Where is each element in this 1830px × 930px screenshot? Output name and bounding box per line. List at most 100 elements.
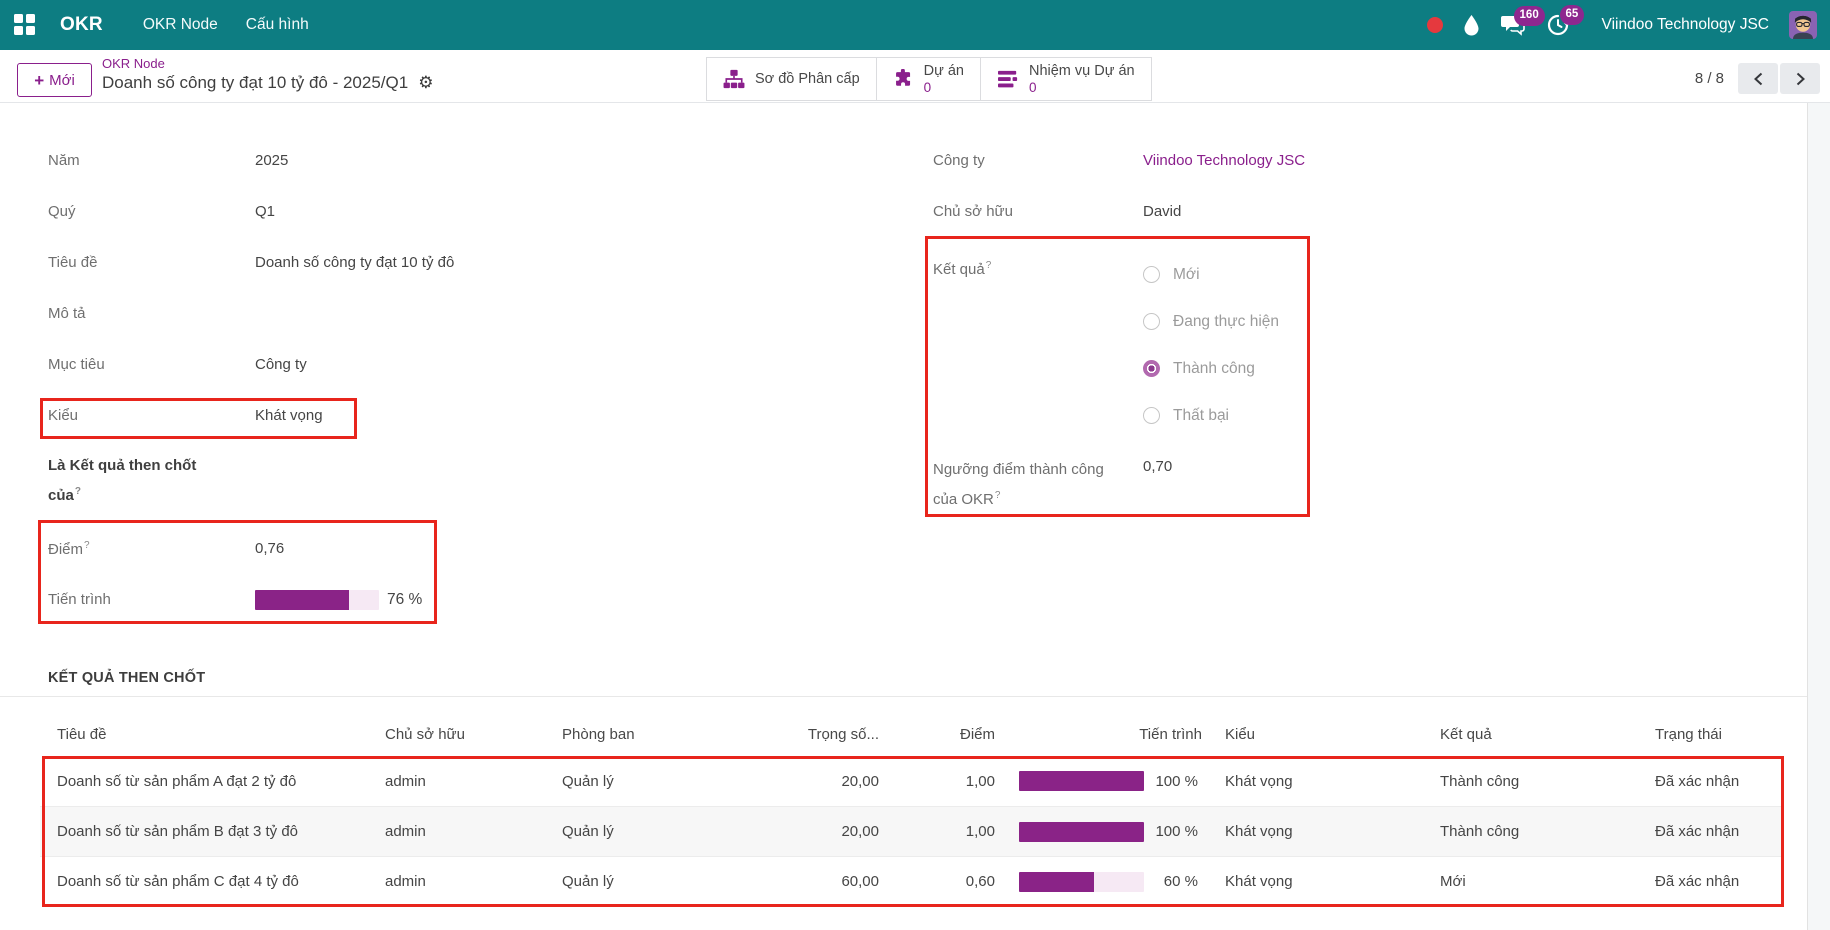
cell-result: Thành công — [1430, 823, 1645, 840]
cell-owner: admin — [378, 873, 555, 890]
radio-label: Mới — [1173, 266, 1200, 284]
puzzle-icon — [893, 69, 914, 90]
radio-option-moi[interactable]: Mới — [1143, 251, 1279, 298]
owner-value[interactable]: David — [1143, 203, 1181, 220]
field-value[interactable]: 2025 — [255, 152, 288, 169]
field-value[interactable]: Q1 — [255, 203, 275, 220]
cell-department: Quản lý — [555, 773, 755, 790]
key-results-section-title: KẾT QUẢ THEN CHỐT — [48, 670, 205, 686]
field-row-cong-ty: Công ty Viindoo Technology JSC — [933, 135, 1553, 186]
threshold-value[interactable]: 0,70 — [1143, 455, 1172, 513]
radio-icon[interactable] — [1143, 313, 1160, 330]
field-label: Mục tiêu — [48, 356, 255, 373]
stat-button-project-tasks[interactable]: Nhiệm vụ Dự án 0 — [980, 58, 1151, 100]
pager-previous-button[interactable] — [1738, 63, 1778, 94]
messages-badge: 160 — [1514, 6, 1545, 26]
col-header-tieu-de[interactable]: Tiêu đề — [40, 726, 378, 743]
messages-icon[interactable]: 160 — [1500, 14, 1526, 36]
cell-title: Doanh số từ sản phẩm C đạt 4 tỷ đô — [40, 873, 378, 890]
user-avatar[interactable] — [1789, 11, 1817, 39]
cell-type: Khát vọng — [1212, 873, 1430, 890]
radio-option-thanh-cong[interactable]: Thành công — [1143, 345, 1279, 392]
cell-owner: admin — [378, 823, 555, 840]
settings-gear-icon[interactable]: ⚙ — [418, 75, 433, 92]
radio-icon-selected[interactable] — [1143, 360, 1160, 377]
section-divider — [0, 696, 1807, 697]
cell-result: Thành công — [1430, 773, 1645, 790]
progress-percent-text: 100 % — [1155, 823, 1212, 840]
help-marker: ? — [986, 260, 992, 271]
field-row-tieu-de: Tiêu đề Doanh số công ty đạt 10 tỷ đô — [48, 237, 868, 288]
score-value[interactable]: 0,76 — [255, 540, 284, 557]
cell-title: Doanh số từ sản phẩm A đạt 2 tỷ đô — [40, 773, 378, 790]
result-radio-field: Kết quả? Mới Đang thực hiện Thành công T… — [933, 251, 1553, 439]
cell-status: Đã xác nhận — [1645, 773, 1784, 790]
stat-value: 0 — [924, 80, 932, 96]
field-value[interactable]: Công ty — [255, 356, 307, 373]
field-label: Chủ sở hữu — [933, 203, 1143, 220]
scrollbar-track[interactable] — [1807, 103, 1830, 930]
menu-cau-hinh[interactable]: Cấu hình — [246, 16, 309, 34]
field-label: Kết quả? — [933, 251, 1143, 439]
table-row[interactable]: Doanh số từ sản phẩm A đạt 2 tỷ đô admin… — [40, 756, 1784, 806]
stat-button-hierarchy[interactable]: Sơ đồ Phân cấp — [707, 58, 876, 100]
progress-percent-text: 60 % — [1164, 873, 1212, 890]
field-value[interactable]: Khát vọng — [255, 407, 323, 424]
activity-clock-icon[interactable]: 65 — [1546, 13, 1570, 37]
radio-label: Thành công — [1173, 360, 1255, 378]
company-switcher[interactable]: Viindoo Technology JSC — [1602, 16, 1769, 34]
table-row[interactable]: Doanh số từ sản phẩm C đạt 4 tỷ đô admin… — [40, 856, 1784, 906]
field-row-mo-ta: Mô tả — [48, 288, 868, 339]
col-header-chu-so-huu[interactable]: Chủ sở hữu — [378, 726, 555, 743]
cell-status: Đã xác nhận — [1645, 823, 1784, 840]
progress-bar — [1019, 771, 1144, 791]
plus-icon: + — [34, 72, 44, 89]
control-panel: + Mới OKR Node Doanh số công ty đạt 10 t… — [0, 50, 1830, 103]
field-label: Kiểu — [48, 407, 255, 424]
col-header-kieu[interactable]: Kiểu — [1212, 726, 1430, 743]
field-value[interactable]: Doanh số công ty đạt 10 tỷ đô — [255, 254, 454, 271]
col-header-phong-ban[interactable]: Phòng ban — [555, 726, 755, 743]
radio-label: Thất bại — [1173, 407, 1229, 425]
col-header-trang-thai[interactable]: Trạng thái — [1645, 726, 1784, 743]
recording-dot-icon — [1427, 17, 1443, 33]
menu-okr-node[interactable]: OKR Node — [143, 16, 218, 34]
pager-next-button[interactable] — [1780, 63, 1820, 94]
field-row-chu-so-huu: Chủ sở hữu David — [933, 186, 1553, 237]
breadcrumb[interactable]: OKR Node — [102, 56, 433, 71]
progress-percent-text: 100 % — [1155, 773, 1212, 790]
radio-icon[interactable] — [1143, 266, 1160, 283]
cell-department: Quản lý — [555, 823, 755, 840]
apps-grid-icon[interactable] — [14, 14, 36, 36]
field-label: Công ty — [933, 152, 1143, 169]
radio-option-dang-thuc-hien[interactable]: Đang thực hiện — [1143, 298, 1279, 345]
pager-counter: 8 / 8 — [1695, 70, 1724, 87]
table-header-row: Tiêu đề Chủ sở hữu Phòng ban Trọng số...… — [40, 712, 1784, 756]
cell-result: Mới — [1430, 873, 1645, 890]
help-marker: ? — [84, 540, 90, 551]
key-results-table: Tiêu đề Chủ sở hữu Phòng ban Trọng số...… — [40, 712, 1784, 906]
col-header-ket-qua[interactable]: Kết quả — [1430, 726, 1645, 743]
field-row-quy: Quý Q1 — [48, 186, 868, 237]
col-header-tien-trinh[interactable]: Tiến trình — [1002, 726, 1212, 743]
cell-score: 0,60 — [889, 873, 1002, 890]
radio-option-that-bai[interactable]: Thất bại — [1143, 392, 1279, 439]
field-row-nguong-diem: Ngưỡng điểm thành công của OKR? 0,70 — [933, 455, 1553, 513]
col-header-trong-so[interactable]: Trọng số... — [755, 726, 889, 743]
page-title: Doanh số công ty đạt 10 tỷ đô - 2025/Q1 — [102, 73, 408, 93]
water-drop-icon[interactable] — [1463, 14, 1480, 36]
cell-score: 1,00 — [889, 823, 1002, 840]
new-record-button[interactable]: + Mới — [17, 63, 92, 97]
field-row-muc-tieu: Mục tiêu Công ty — [48, 339, 868, 390]
form-left-column: Năm 2025 Quý Q1 Tiêu đề Doanh số công ty… — [48, 135, 868, 625]
cell-owner: admin — [378, 773, 555, 790]
stat-button-project[interactable]: Dự án 0 — [876, 58, 980, 100]
cell-title: Doanh số từ sản phẩm B đạt 3 tỷ đô — [40, 823, 378, 840]
col-header-diem[interactable]: Điểm — [889, 726, 1002, 743]
company-link[interactable]: Viindoo Technology JSC — [1143, 152, 1305, 169]
table-row[interactable]: Doanh số từ sản phẩm B đạt 3 tỷ đô admin… — [40, 806, 1784, 856]
app-name[interactable]: OKR — [60, 14, 103, 36]
radio-icon[interactable] — [1143, 407, 1160, 424]
cell-weight: 20,00 — [755, 823, 889, 840]
top-navbar: OKR OKR Node Cấu hình 160 65 Viindoo Tec… — [0, 0, 1830, 50]
